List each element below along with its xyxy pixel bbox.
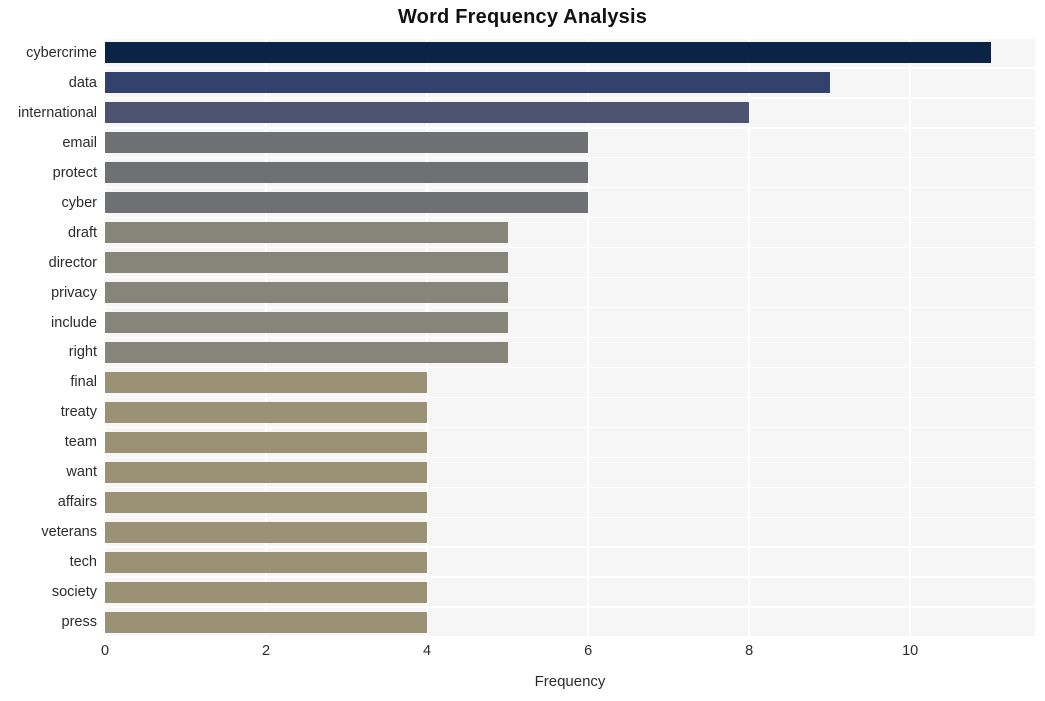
y-axis-tick-label: email [62, 134, 97, 151]
horizontal-gridline [105, 187, 1035, 189]
horizontal-gridline [105, 366, 1035, 369]
bar [105, 252, 508, 274]
horizontal-gridline [105, 97, 1035, 99]
horizontal-gridline [105, 546, 1035, 548]
y-axis-tick-labels: cybercrime data international email protect c… [0, 38, 97, 637]
y-axis-tick-label: tech [69, 554, 97, 571]
x-axis-tick-label: 2 [261, 643, 271, 659]
horizontal-gridline [105, 486, 1035, 488]
bar [105, 491, 428, 513]
x-axis-tick-label: 4 [423, 643, 432, 659]
y-axis-tick-label: draft [67, 224, 97, 241]
horizontal-gridline [105, 246, 1035, 249]
y-axis-tick-label: cybercrime [26, 44, 97, 61]
y-axis-tick-label: final [70, 374, 97, 391]
y-axis-tick-label: data [68, 74, 97, 91]
horizontal-gridline [105, 396, 1035, 399]
bar [105, 431, 428, 453]
bar [105, 581, 428, 603]
horizontal-gridline [105, 38, 1035, 39]
bar [105, 42, 991, 64]
horizontal-gridline [105, 456, 1035, 458]
y-axis-tick-label: right [68, 344, 97, 361]
horizontal-gridline [105, 306, 1035, 309]
horizontal-gridline [105, 217, 1035, 219]
bar [105, 341, 508, 363]
bar [105, 192, 589, 214]
horizontal-gridline [105, 67, 1035, 69]
y-axis-tick-label: want [66, 464, 97, 481]
y-axis-tick-label: team [64, 434, 97, 451]
bar [105, 132, 589, 154]
horizontal-gridline [105, 426, 1035, 429]
y-axis-tick-label: privacy [51, 284, 97, 301]
x-axis-tick-labels: 0 2 4 6 8 10 [0, 643, 1045, 665]
y-axis-tick-label: society [51, 584, 97, 601]
y-axis-tick-label: veterans [41, 524, 97, 541]
y-axis-tick-label: include [51, 314, 97, 331]
bar [105, 72, 830, 94]
bar [105, 371, 428, 393]
y-axis-tick-label: protect [52, 164, 97, 181]
x-axis-tick-label: 6 [584, 643, 593, 659]
bar [105, 461, 428, 483]
horizontal-gridline [105, 336, 1035, 339]
bar [105, 102, 750, 124]
page-title: Word Frequency Analysis [397, 6, 648, 28]
word-frequency-chart: Word Frequency Analysis cybercrime data in… [0, 0, 1045, 701]
y-axis-tick-label: director [48, 254, 97, 271]
x-axis-tick-label: 8 [745, 643, 754, 659]
horizontal-gridline [105, 636, 1035, 637]
bar [105, 282, 508, 304]
bar [105, 401, 428, 423]
horizontal-gridline [105, 127, 1035, 129]
bar [105, 611, 428, 633]
y-axis-tick-label: press [61, 614, 97, 631]
y-axis-tick-label: treaty [60, 404, 97, 421]
horizontal-gridline [105, 576, 1035, 578]
bar [105, 162, 589, 184]
y-axis-tick-label: international [18, 104, 97, 121]
x-axis-tick-label: 0 [100, 643, 110, 659]
plot-area [105, 38, 1035, 637]
x-axis-tick-label: 10 [902, 643, 919, 659]
horizontal-gridline [105, 516, 1035, 518]
horizontal-gridline [105, 606, 1035, 608]
bar [105, 222, 508, 244]
horizontal-gridline [105, 157, 1035, 159]
bar [105, 312, 508, 334]
horizontal-gridline [105, 276, 1035, 279]
bar [105, 521, 428, 543]
bar [105, 551, 428, 573]
x-axis-label: Frequency [534, 673, 606, 690]
y-axis-tick-label: cyber [61, 194, 97, 211]
y-axis-tick-label: affairs [57, 494, 97, 511]
